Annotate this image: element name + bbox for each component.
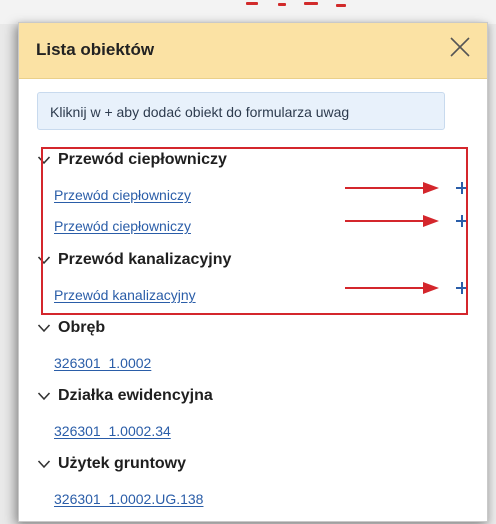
object-link[interactable]: 326301_1.0002 <box>54 355 151 371</box>
object-list-panel: Lista obiektów Kliknij w + aby dodać obi… <box>18 22 488 522</box>
chevron-down-icon <box>37 460 51 469</box>
group-label: Obręb <box>58 319 106 336</box>
annotation-arrow-icon <box>345 215 439 227</box>
group-label: Użytek gruntowy <box>58 455 187 472</box>
add-object-button[interactable] <box>453 179 471 197</box>
group-label: Działka ewidencyjna <box>58 387 213 404</box>
chevron-down-icon <box>37 324 51 333</box>
background-map-fragment <box>238 0 358 8</box>
annotation-arrow-icon <box>345 282 439 294</box>
add-object-button[interactable] <box>453 279 471 297</box>
group-label: Przewód kanalizacyjny <box>58 251 232 268</box>
object-link[interactable]: Przewód kanalizacyjny <box>54 287 196 303</box>
object-link[interactable]: Przewód ciepłowniczy <box>54 187 191 203</box>
chevron-down-icon <box>37 156 51 165</box>
close-icon[interactable] <box>447 34 473 60</box>
chevron-down-icon <box>37 392 51 401</box>
panel-title: Lista obiektów <box>36 40 155 59</box>
info-box: Kliknij w + aby dodać obiekt do formular… <box>37 92 445 130</box>
info-text: Kliknij w + aby dodać obiekt do formular… <box>50 104 350 120</box>
add-object-button[interactable] <box>453 212 471 230</box>
object-link[interactable]: Przewód ciepłowniczy <box>54 218 191 234</box>
chevron-down-icon <box>37 256 51 265</box>
object-link[interactable]: 326301_1.0002.UG.138 <box>54 491 203 507</box>
panel-header: Lista obiektów <box>19 23 487 79</box>
group-label: Przewód ciepłowniczy <box>58 151 227 168</box>
annotation-arrow-icon <box>345 182 439 194</box>
object-link[interactable]: 326301_1.0002.34 <box>54 423 171 439</box>
